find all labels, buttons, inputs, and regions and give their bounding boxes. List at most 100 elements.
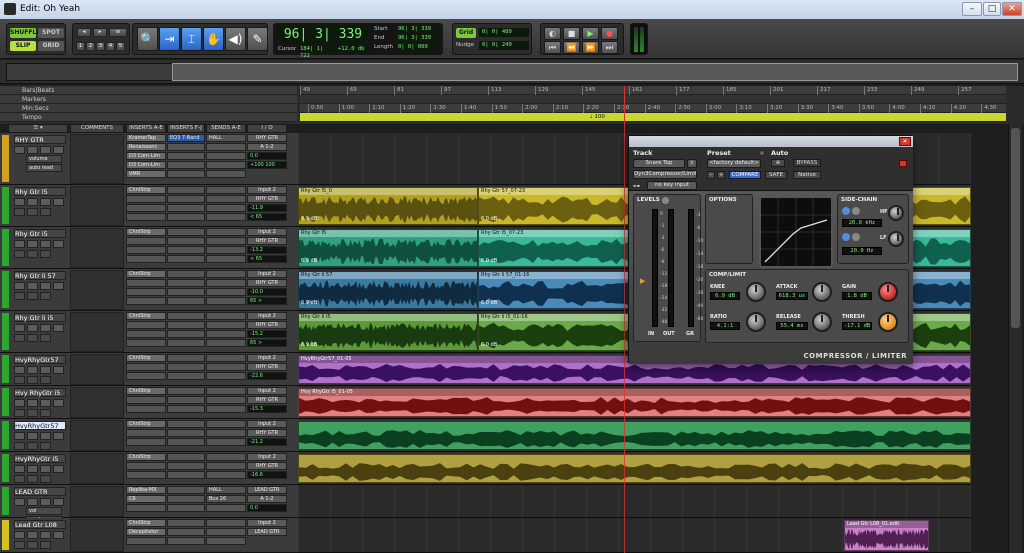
automation-mode-selector[interactable]: auto read — [26, 164, 62, 172]
key-input-selector[interactable]: no key input — [647, 181, 697, 190]
insert-slot-empty[interactable] — [167, 537, 205, 545]
insert-slot-empty[interactable] — [126, 279, 166, 287]
solo-button[interactable] — [40, 366, 51, 374]
send-slot[interactable] — [206, 213, 246, 221]
close-window-button[interactable]: ✕ — [1002, 2, 1022, 16]
input-monitor-button[interactable] — [27, 282, 38, 290]
record-enable-button[interactable] — [14, 146, 25, 154]
hf-enable-icon[interactable] — [842, 207, 850, 215]
comments-field[interactable] — [70, 420, 124, 451]
read-mode-icon[interactable] — [40, 334, 51, 342]
track-name[interactable]: RHY GTR — [14, 135, 66, 144]
attack-value[interactable]: 618.3 us — [776, 292, 808, 300]
record-enable-button[interactable] — [14, 240, 25, 248]
input-selector[interactable]: Input 2 — [247, 453, 287, 461]
pencil-tool-icon[interactable]: ✎ — [247, 27, 268, 51]
output-selector[interactable]: RHY GTR — [247, 462, 287, 470]
output-selector[interactable]: LEAD GTR — [247, 528, 287, 536]
minimize-button[interactable]: – — [962, 2, 982, 16]
input-monitor-button[interactable] — [27, 324, 38, 332]
input-monitor-button[interactable] — [27, 531, 38, 539]
insert-slot-empty[interactable] — [167, 486, 205, 494]
send-slot[interactable] — [206, 354, 246, 362]
waveform-view-icon[interactable] — [14, 208, 25, 216]
knee-knob[interactable] — [746, 282, 766, 302]
send-slot[interactable] — [206, 405, 246, 413]
release-knob[interactable] — [812, 312, 832, 332]
track-letter-selector[interactable]: c — [687, 159, 697, 168]
comments-field[interactable] — [70, 354, 124, 385]
comments-field[interactable] — [70, 228, 124, 268]
track-header[interactable]: Rhy Gtr l5 ChnlStrp Input 2 RHY GTR -11.9 < 6… — [0, 185, 298, 227]
read-mode-icon[interactable] — [40, 376, 51, 384]
send-slot[interactable] — [206, 312, 246, 320]
zoom-out-button[interactable]: ◂ — [77, 28, 91, 37]
input-selector[interactable]: RHY GTR — [247, 134, 287, 142]
insert-slot-empty[interactable] — [167, 288, 205, 296]
native-button[interactable]: Native — [793, 171, 821, 179]
record-enable-button[interactable] — [14, 198, 25, 206]
mute-button[interactable] — [53, 465, 64, 473]
track-name[interactable]: LEAD GTR — [14, 487, 66, 496]
preset-next-button[interactable]: + — [717, 171, 725, 179]
insert-slot-empty[interactable] — [167, 504, 205, 512]
tracklist-head[interactable]: ☰ ▾ — [8, 124, 68, 133]
read-mode-icon[interactable] — [40, 409, 51, 417]
record-enable-button[interactable] — [14, 531, 25, 539]
track-name[interactable]: Rhy Gtr i5 — [14, 229, 66, 238]
track-header[interactable]: RHY GTR volume auto read KramerTap Renaissan… — [0, 133, 298, 185]
tempo-ruler[interactable]: ♩ 100 — [300, 113, 1006, 122]
solo-button[interactable] — [40, 465, 51, 473]
insert-slot-empty[interactable] — [126, 204, 166, 212]
slip-mode-button[interactable]: SLIP — [10, 41, 36, 51]
input-monitor-button[interactable] — [27, 146, 38, 154]
send-slot[interactable] — [206, 246, 246, 254]
playlist-icon[interactable] — [27, 442, 38, 450]
insert-slot-empty[interactable] — [167, 405, 205, 413]
solo-button[interactable] — [40, 146, 51, 154]
send-slot[interactable] — [206, 170, 246, 178]
comments-field[interactable] — [70, 270, 124, 310]
threshold-arrow-icon[interactable]: ▶ — [640, 277, 645, 285]
insert-slot-empty[interactable] — [126, 288, 166, 296]
insert-slot-empty[interactable] — [126, 297, 166, 305]
track-selector[interactable]: Snare Top — [633, 159, 685, 168]
start-value[interactable]: 96| 3| 339 — [398, 26, 440, 33]
insert-slot-empty[interactable] — [126, 363, 166, 371]
track-name[interactable]: HvyRhyGtr57 — [14, 421, 66, 430]
insert-slot-empty[interactable] — [126, 537, 166, 545]
mute-button[interactable] — [53, 198, 64, 206]
volume-value[interactable]: -15.3 — [247, 405, 287, 413]
volume-value[interactable]: -11.9 — [247, 204, 287, 212]
track-name[interactable]: HvyRhyGtr57 — [14, 355, 66, 364]
zoom-preset-2[interactable]: 2 — [86, 42, 95, 51]
preset-prev-button[interactable]: − — [707, 171, 715, 179]
insert-slot-empty[interactable] — [126, 321, 166, 329]
insert-slot[interactable]: Renaissanc — [126, 143, 166, 151]
ruler-label-minsecs[interactable]: Min:Secs — [0, 104, 297, 113]
read-mode-icon[interactable] — [40, 250, 51, 258]
send-slot[interactable] — [206, 537, 246, 545]
bypass-button[interactable]: BYPASS — [793, 159, 821, 167]
track-header[interactable]: HvyRhyGtr57 ChnlStrp Input 2 RHY GTR -21.2 — [0, 419, 298, 452]
insert-slot-empty[interactable] — [167, 462, 205, 470]
nudge-value[interactable]: 0| 0| 240 — [479, 41, 529, 50]
insert-slot-empty[interactable] — [167, 170, 205, 178]
audio-clip[interactable]: Rhy Gtr l5_0 6.9 dB — [298, 187, 478, 225]
zoom-in-button[interactable]: ▸ — [93, 28, 107, 37]
ratio-value[interactable]: 4.1:1 — [710, 322, 740, 330]
clip-gain[interactable]: 6.0 dB — [481, 216, 497, 222]
insert-slot[interactable]: ChnlStrp — [126, 228, 166, 236]
mute-button[interactable] — [53, 432, 64, 440]
audio-clip[interactable]: Rhy Gtr l5 6.9 dB — [298, 229, 478, 267]
insert-slot-empty[interactable] — [126, 330, 166, 338]
send-slot[interactable] — [206, 438, 246, 446]
universe-overview[interactable] — [0, 60, 1024, 84]
audio-clip[interactable]: Lead Gtr L08_01.edit — [844, 520, 929, 551]
automation-view-selector[interactable]: vol — [26, 507, 62, 515]
insert-slot-empty[interactable] — [167, 330, 205, 338]
insert-slot[interactable]: VMR — [126, 170, 166, 178]
clip-gain[interactable]: 6.9 dB — [301, 300, 317, 306]
insert-slot[interactable]: ChnlStrp — [126, 453, 166, 461]
send-slot[interactable] — [206, 270, 246, 278]
